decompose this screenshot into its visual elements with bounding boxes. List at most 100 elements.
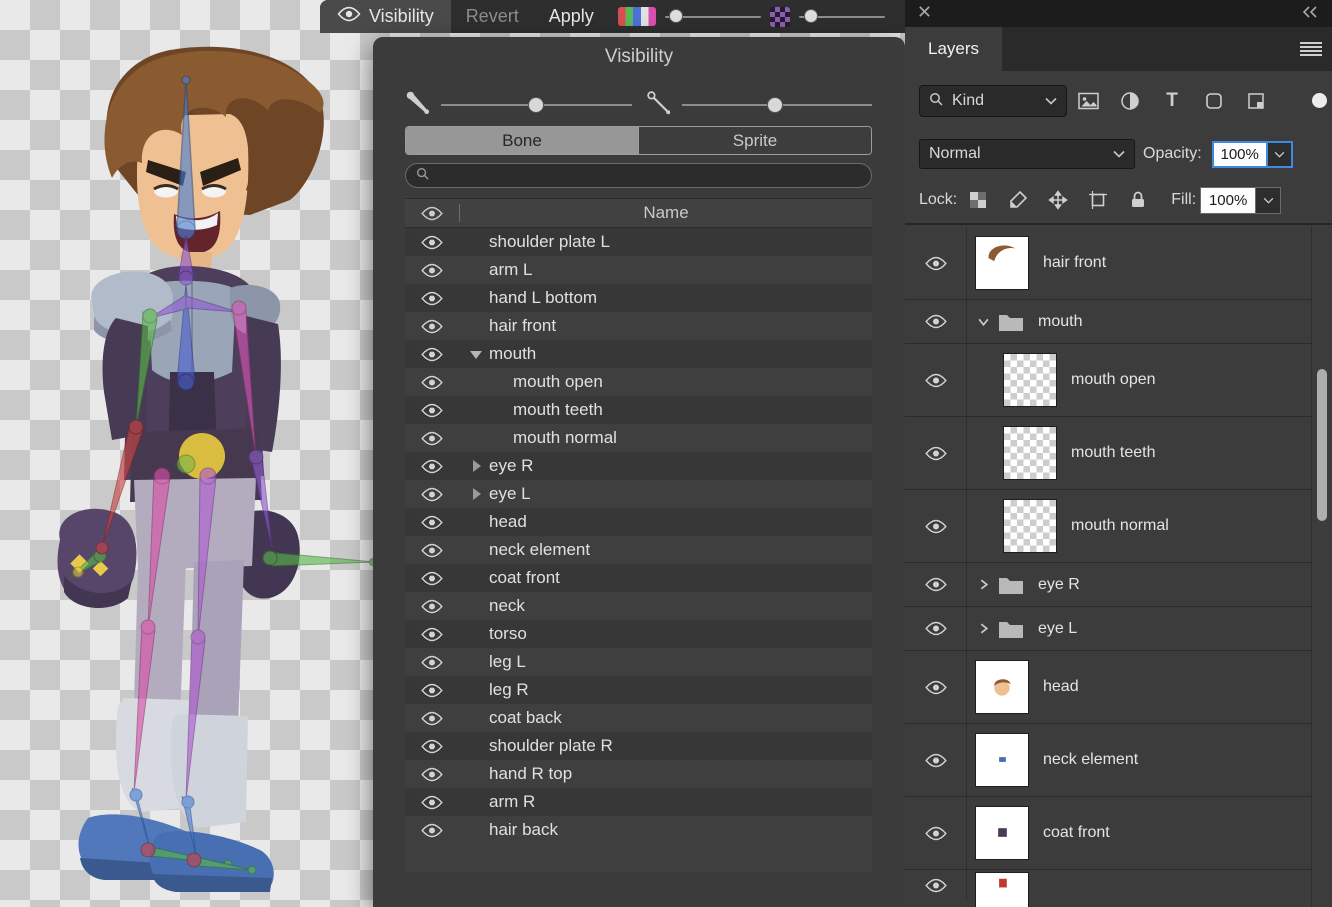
tab-sprite[interactable]: Sprite <box>638 127 871 154</box>
bone-opacity-slider[interactable] <box>441 90 632 120</box>
visibility-row[interactable]: leg R <box>405 676 872 704</box>
eye-icon[interactable] <box>405 627 459 642</box>
bone-opacity-slider[interactable] <box>665 0 761 33</box>
shape-layer-filter-icon[interactable] <box>1193 91 1235 111</box>
eye-icon[interactable] <box>405 571 459 586</box>
opacity-field[interactable]: 100% <box>1212 141 1268 168</box>
eye-icon[interactable] <box>905 607 967 650</box>
chevron-right-icon[interactable] <box>977 578 990 591</box>
search-field[interactable] <box>405 163 872 188</box>
eye-column-header-icon[interactable] <box>405 206 459 221</box>
eye-icon[interactable] <box>905 417 967 489</box>
visibility-row[interactable]: leg L <box>405 648 872 676</box>
lock-position-icon[interactable] <box>1039 190 1077 210</box>
slider-knob[interactable] <box>767 97 783 113</box>
layer-thumbnail[interactable] <box>975 806 1029 860</box>
lock-all-icon[interactable] <box>1119 190 1157 210</box>
eye-icon[interactable] <box>405 711 459 726</box>
lock-pixels-icon[interactable] <box>999 190 1037 210</box>
foldout-closed-icon[interactable] <box>473 460 481 472</box>
layer-row[interactable]: head <box>905 651 1311 724</box>
smart-object-filter-icon[interactable] <box>1235 91 1277 111</box>
tab-bone[interactable]: Bone <box>406 127 638 154</box>
visibility-row[interactable]: hand R top <box>405 760 872 788</box>
sprite-opacity-slider[interactable] <box>799 0 885 33</box>
visibility-row[interactable]: eye L <box>405 480 872 508</box>
bone-size-slider[interactable] <box>682 90 873 120</box>
layer-thumbnail[interactable] <box>975 733 1029 787</box>
layer-row[interactable]: mouth teeth <box>905 417 1311 490</box>
pixel-layer-filter-icon[interactable] <box>1067 91 1109 111</box>
layer-thumbnail[interactable] <box>1003 353 1057 407</box>
visibility-row[interactable]: mouth normal <box>405 424 872 452</box>
lock-transparent-icon[interactable] <box>959 190 997 210</box>
eye-icon[interactable] <box>405 431 459 446</box>
scrollbar-thumb[interactable] <box>1317 369 1327 521</box>
visibility-row[interactable]: neck element <box>405 536 872 564</box>
visibility-row[interactable]: arm R <box>405 788 872 816</box>
layer-row[interactable]: mouth open <box>905 344 1311 417</box>
revert-button[interactable]: Revert <box>451 6 534 27</box>
layer-group-row[interactable]: mouth <box>905 300 1311 344</box>
double-chevron-icon[interactable] <box>1301 5 1319 23</box>
fill-dropdown-icon[interactable] <box>1256 187 1281 214</box>
bone-color-swatch[interactable] <box>618 7 656 26</box>
sprite-opacity-swatch[interactable] <box>770 7 790 27</box>
eye-icon[interactable] <box>405 347 459 362</box>
kind-filter-dropdown[interactable]: Kind <box>919 85 1067 117</box>
layer-thumbnail[interactable] <box>1003 499 1057 553</box>
scrollbar[interactable] <box>1311 227 1332 907</box>
type-layer-filter-icon[interactable]: T <box>1151 90 1193 112</box>
layer-group-row[interactable]: eye L <box>905 607 1311 651</box>
eye-icon[interactable] <box>405 319 459 334</box>
chevron-right-icon[interactable] <box>977 622 990 635</box>
eye-icon[interactable] <box>405 795 459 810</box>
chevron-down-icon[interactable] <box>977 315 990 328</box>
layer-thumbnail[interactable] <box>975 236 1029 290</box>
eye-icon[interactable] <box>405 655 459 670</box>
adjustment-layer-filter-icon[interactable] <box>1109 91 1151 111</box>
panel-menu-icon[interactable] <box>1300 42 1322 61</box>
eye-icon[interactable] <box>405 403 459 418</box>
visibility-row[interactable]: mouth <box>405 340 872 368</box>
layer-row[interactable]: neck element <box>905 724 1311 797</box>
slider-knob[interactable] <box>528 97 544 113</box>
eye-icon[interactable] <box>905 300 967 343</box>
eye-icon[interactable] <box>405 459 459 474</box>
eye-icon[interactable] <box>405 683 459 698</box>
visibility-row[interactable]: head <box>405 508 872 536</box>
eye-icon[interactable] <box>405 515 459 530</box>
eye-icon[interactable] <box>405 291 459 306</box>
visibility-row[interactable]: torso <box>405 620 872 648</box>
foldout-closed-icon[interactable] <box>473 488 481 500</box>
eye-icon[interactable] <box>405 487 459 502</box>
fill-field[interactable]: 100% <box>1200 187 1256 214</box>
tab-layers[interactable]: Layers <box>905 27 1002 71</box>
visibility-row[interactable]: coat back <box>405 704 872 732</box>
apply-button[interactable]: Apply <box>534 6 609 27</box>
layer-row[interactable]: mouth normal <box>905 490 1311 563</box>
filter-toggle[interactable] <box>1312 93 1327 108</box>
eye-icon[interactable] <box>905 227 967 299</box>
layer-row[interactable]: coat front <box>905 797 1311 870</box>
eye-icon[interactable] <box>905 563 967 606</box>
close-icon[interactable] <box>918 5 931 23</box>
layer-row[interactable]: hair front <box>905 227 1311 300</box>
blend-mode-dropdown[interactable]: Normal <box>919 139 1135 169</box>
eye-icon[interactable] <box>405 235 459 250</box>
layer-group-row[interactable]: eye R <box>905 563 1311 607</box>
slider-knob[interactable] <box>804 9 818 23</box>
eye-icon[interactable] <box>405 375 459 390</box>
eye-icon[interactable] <box>905 870 967 900</box>
opacity-dropdown-icon[interactable] <box>1268 141 1293 168</box>
visibility-row[interactable]: mouth teeth <box>405 396 872 424</box>
eye-icon[interactable] <box>405 599 459 614</box>
eye-icon[interactable] <box>905 724 967 796</box>
visibility-row[interactable]: arm L <box>405 256 872 284</box>
eye-icon[interactable] <box>405 263 459 278</box>
search-input[interactable] <box>436 167 861 184</box>
layer-thumbnail[interactable] <box>1003 426 1057 480</box>
eye-icon[interactable] <box>405 767 459 782</box>
eye-icon[interactable] <box>405 823 459 838</box>
layer-thumbnail[interactable] <box>975 872 1029 907</box>
